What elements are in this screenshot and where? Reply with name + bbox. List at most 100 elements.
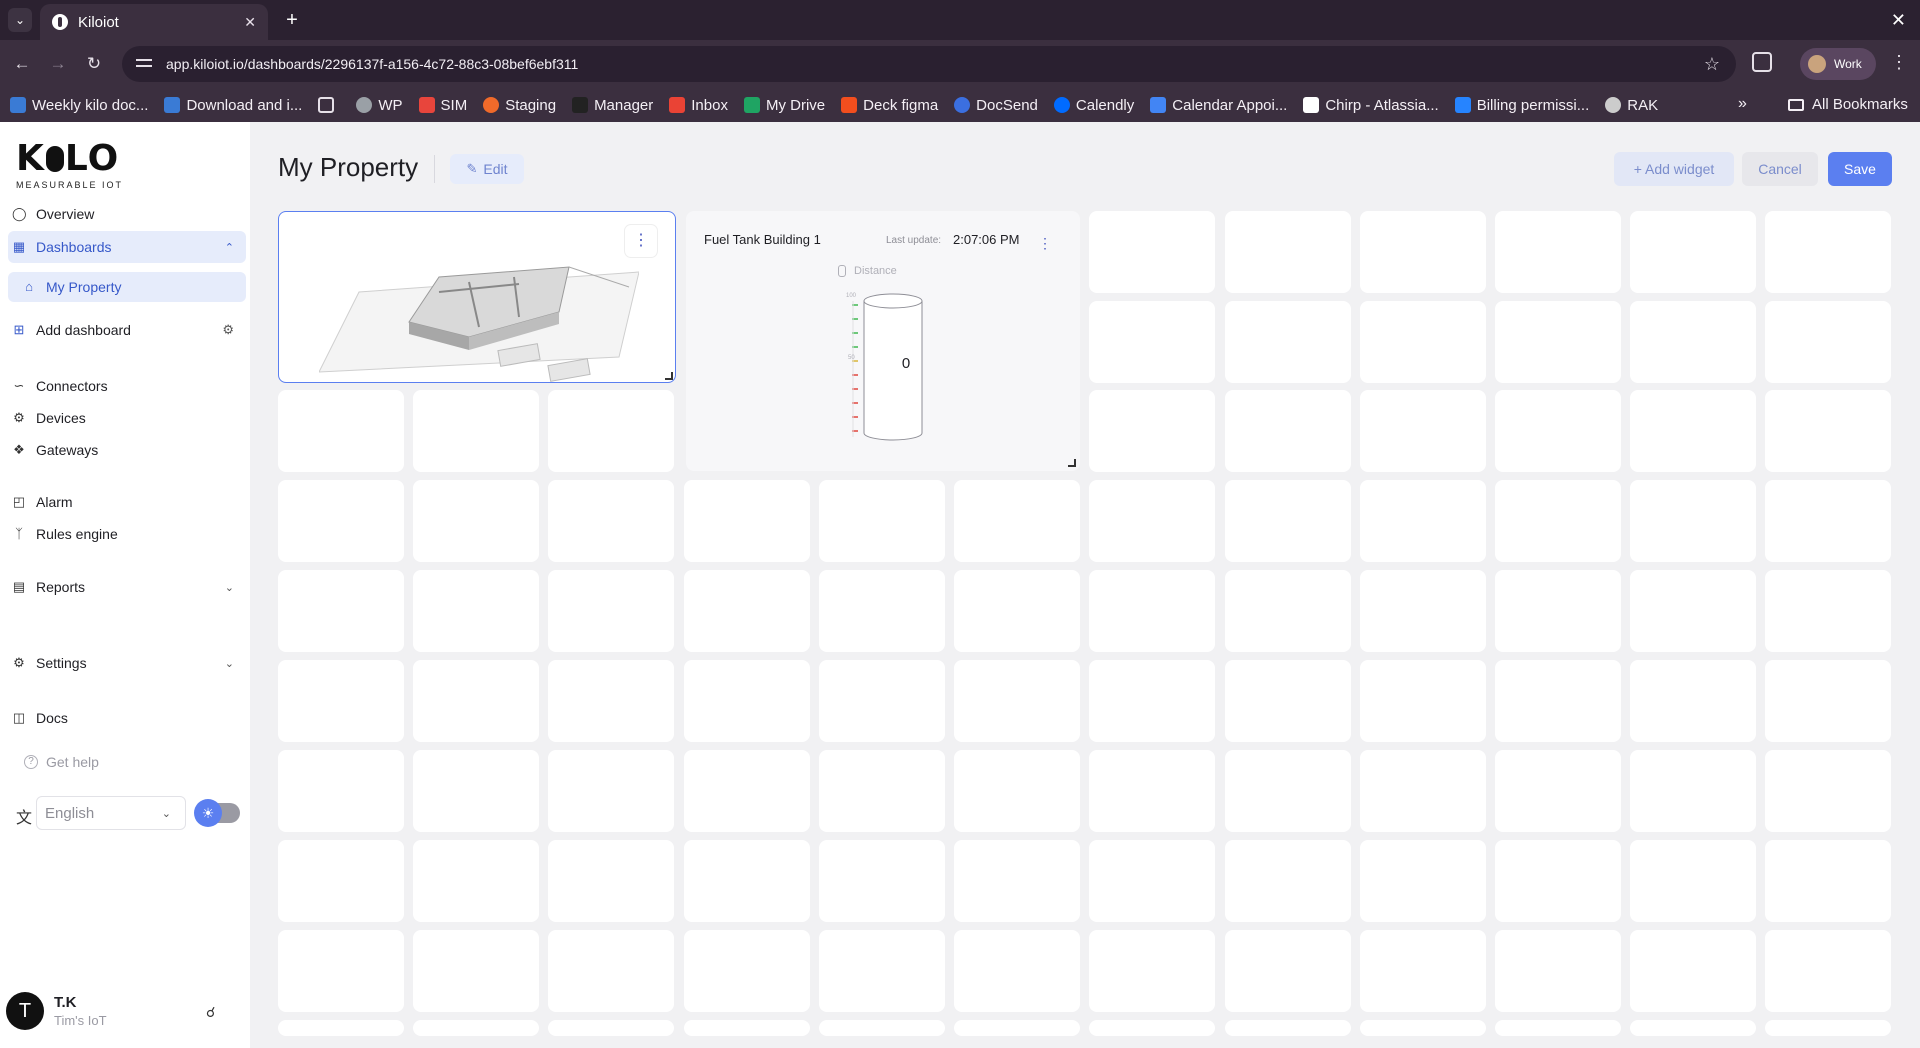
empty-grid-cell[interactable] — [954, 840, 1080, 922]
sidebar-item-reports[interactable]: ▤ Reports ⌄ — [8, 571, 246, 603]
empty-grid-cell[interactable] — [1360, 211, 1486, 293]
sidebar-item-devices[interactable]: ⚙ Devices — [8, 402, 246, 434]
notifications-bell-icon[interactable]: ☌ — [206, 1004, 215, 1021]
empty-grid-cell[interactable] — [1225, 390, 1351, 472]
new-tab-plus-icon[interactable]: + — [280, 8, 304, 32]
more-bookmarks-chevron-icon[interactable]: » — [1738, 95, 1747, 113]
empty-grid-cell[interactable] — [1089, 390, 1215, 472]
language-select[interactable]: English ⌄ — [36, 796, 186, 830]
empty-grid-cell[interactable] — [1225, 301, 1351, 383]
empty-grid-cell[interactable] — [1630, 301, 1756, 383]
bookmark-item[interactable]: My Drive — [743, 97, 825, 114]
bookmark-item[interactable]: RAK — [1605, 97, 1658, 114]
add-widget-button[interactable]: + Add widget — [1614, 152, 1734, 186]
empty-grid-cell[interactable] — [954, 1020, 1080, 1036]
empty-grid-cell[interactable] — [1765, 570, 1891, 652]
bookmark-item[interactable]: Chirp - Atlassia... — [1303, 97, 1439, 114]
bookmark-item[interactable]: DocSend — [954, 97, 1038, 114]
sidebar-item-settings[interactable]: ⚙ Settings ⌄ — [8, 647, 246, 679]
empty-grid-cell[interactable] — [954, 660, 1080, 742]
empty-grid-cell[interactable] — [684, 480, 810, 562]
empty-grid-cell[interactable] — [1089, 750, 1215, 832]
empty-grid-cell[interactable] — [1360, 930, 1486, 1012]
empty-grid-cell[interactable] — [1225, 480, 1351, 562]
sidebar-item-dashboards[interactable]: ▦ Dashboards ⌃ — [8, 231, 246, 263]
gear-icon[interactable]: ⚙ — [222, 322, 234, 338]
url-field[interactable]: app.kiloiot.io/dashboards/2296137f-a156-… — [122, 46, 1736, 82]
kilo-logo[interactable]: K LO MEASURABLE IOT — [16, 140, 123, 191]
empty-grid-cell[interactable] — [684, 570, 810, 652]
bookmark-item[interactable]: Manager — [572, 97, 653, 114]
empty-grid-cell[interactable] — [1089, 570, 1215, 652]
empty-grid-cell[interactable] — [1630, 480, 1756, 562]
empty-grid-cell[interactable] — [1225, 750, 1351, 832]
empty-grid-cell[interactable] — [1225, 840, 1351, 922]
empty-grid-cell[interactable] — [413, 390, 539, 472]
empty-grid-cell[interactable] — [1360, 301, 1486, 383]
bookmark-item[interactable]: Calendar Appoi... — [1150, 97, 1287, 114]
empty-grid-cell[interactable] — [548, 930, 674, 1012]
bookmark-item[interactable]: WP — [356, 97, 403, 114]
user-profile[interactable]: T T.K Tim's IoT — [6, 992, 107, 1030]
empty-grid-cell[interactable] — [1089, 1020, 1215, 1036]
empty-grid-cell[interactable] — [1360, 840, 1486, 922]
all-bookmarks-button[interactable]: All Bookmarks — [1788, 96, 1908, 113]
empty-grid-cell[interactable] — [1630, 840, 1756, 922]
empty-grid-cell[interactable] — [819, 570, 945, 652]
empty-grid-cell[interactable] — [819, 480, 945, 562]
empty-grid-cell[interactable] — [1630, 1020, 1756, 1036]
resize-handle[interactable] — [1068, 459, 1076, 467]
empty-grid-cell[interactable] — [1495, 750, 1621, 832]
floorplan-image-widget[interactable]: ⋮ — [278, 211, 676, 383]
fuel-tank-widget[interactable]: Fuel Tank Building 1 Last update: 2:07:0… — [686, 211, 1080, 471]
empty-grid-cell[interactable] — [1495, 301, 1621, 383]
empty-grid-cell[interactable] — [278, 390, 404, 472]
bookmark-item[interactable]: Weekly kilo doc... — [10, 97, 148, 114]
empty-grid-cell[interactable] — [548, 1020, 674, 1036]
save-button[interactable]: Save — [1828, 152, 1892, 186]
empty-grid-cell[interactable] — [819, 840, 945, 922]
empty-grid-cell[interactable] — [1225, 660, 1351, 742]
browser-menu-kebab-icon[interactable]: ⋮ — [1890, 52, 1908, 72]
empty-grid-cell[interactable] — [278, 660, 404, 742]
empty-grid-cell[interactable] — [548, 480, 674, 562]
empty-grid-cell[interactable] — [1765, 1020, 1891, 1036]
window-close-icon[interactable]: ✕ — [1891, 8, 1906, 32]
empty-grid-cell[interactable] — [1765, 930, 1891, 1012]
empty-grid-cell[interactable] — [1765, 660, 1891, 742]
empty-grid-cell[interactable] — [1765, 480, 1891, 562]
empty-grid-cell[interactable] — [1630, 211, 1756, 293]
empty-grid-cell[interactable] — [1225, 570, 1351, 652]
site-info-icon[interactable] — [136, 57, 154, 71]
empty-grid-cell[interactable] — [548, 570, 674, 652]
widget-menu-kebab-icon[interactable]: ⋮ — [625, 225, 657, 257]
empty-grid-cell[interactable] — [548, 750, 674, 832]
bookmark-star-icon[interactable]: ☆ — [1704, 54, 1720, 75]
empty-grid-cell[interactable] — [413, 480, 539, 562]
bookmark-item[interactable]: Download and i... — [164, 97, 302, 114]
bookmark-item[interactable]: Deck figma — [841, 97, 938, 114]
empty-grid-cell[interactable] — [413, 660, 539, 742]
empty-grid-cell[interactable] — [413, 750, 539, 832]
empty-grid-cell[interactable] — [413, 840, 539, 922]
empty-grid-cell[interactable] — [1495, 480, 1621, 562]
empty-grid-cell[interactable] — [1495, 660, 1621, 742]
empty-grid-cell[interactable] — [413, 1020, 539, 1036]
bookmark-item[interactable]: Calendly — [1053, 97, 1134, 114]
empty-grid-cell[interactable] — [278, 840, 404, 922]
empty-grid-cell[interactable] — [684, 750, 810, 832]
theme-toggle[interactable]: ☀ — [194, 799, 240, 827]
empty-grid-cell[interactable] — [278, 570, 404, 652]
empty-grid-cell[interactable] — [819, 1020, 945, 1036]
empty-grid-cell[interactable] — [954, 570, 1080, 652]
bookmark-item[interactable]: Inbox — [669, 97, 728, 114]
empty-grid-cell[interactable] — [548, 840, 674, 922]
empty-grid-cell[interactable] — [1630, 660, 1756, 742]
empty-grid-cell[interactable] — [1089, 211, 1215, 293]
bookmark-apps-grid[interactable] — [318, 97, 340, 113]
empty-grid-cell[interactable] — [548, 390, 674, 472]
resize-handle[interactable] — [665, 372, 673, 380]
empty-grid-cell[interactable] — [684, 840, 810, 922]
empty-grid-cell[interactable] — [278, 1020, 404, 1036]
empty-grid-cell[interactable] — [1360, 660, 1486, 742]
